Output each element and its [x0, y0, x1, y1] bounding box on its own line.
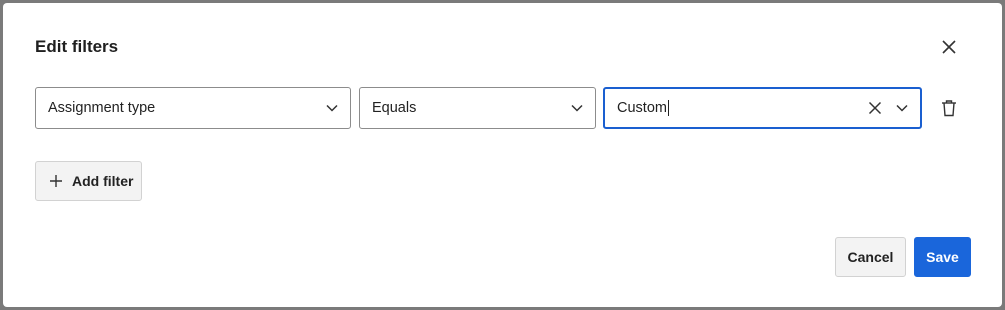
chevron-down-icon [569, 100, 585, 116]
clear-icon [868, 101, 882, 115]
value-input-text: Custom [605, 99, 866, 117]
chevron-down-icon [324, 100, 340, 116]
value-text: Custom [617, 99, 667, 116]
close-button[interactable] [938, 36, 960, 58]
save-button[interactable]: Save [914, 237, 971, 277]
plus-icon [49, 174, 63, 188]
add-filter-label: Add filter [72, 173, 134, 189]
add-filter-button[interactable]: Add filter [35, 161, 142, 201]
operator-select-value: Equals [372, 100, 417, 116]
dialog-title: Edit filters [35, 37, 119, 56]
field-select[interactable]: Assignment type [35, 87, 351, 129]
field-select-value: Assignment type [48, 100, 156, 116]
chevron-down-icon[interactable] [894, 100, 910, 116]
delete-filter-button[interactable] [940, 98, 958, 118]
edit-filters-dialog: Edit filters Assignment type Equals Cust… [3, 3, 1002, 307]
value-input[interactable]: Custom [603, 87, 922, 129]
close-icon [942, 40, 956, 54]
trash-icon [942, 100, 956, 117]
operator-select[interactable]: Equals [359, 87, 596, 129]
text-caret [667, 100, 669, 117]
clear-value-button[interactable] [866, 99, 884, 117]
cancel-button[interactable]: Cancel [835, 237, 906, 277]
